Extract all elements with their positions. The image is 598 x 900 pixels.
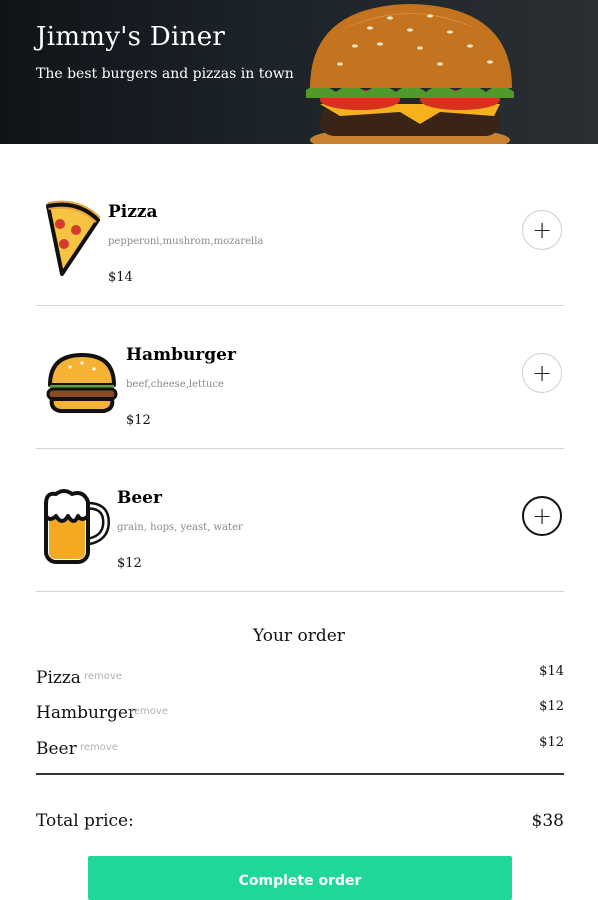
menu-item-ingredients: beef,cheese,lettuce — [126, 379, 224, 390]
remove-hamburger-link[interactable]: remove — [130, 706, 168, 717]
add-beer-button[interactable]: + — [522, 496, 562, 536]
total-price-value: $38 — [531, 811, 564, 831]
menu-item-beer: Beer grain, hops, yeast, water $12 + — [36, 450, 564, 592]
order-item-price: $14 — [539, 664, 564, 679]
order-item-price: $12 — [539, 699, 564, 714]
beer-icon — [44, 489, 111, 564]
add-pizza-button[interactable]: + — [522, 210, 562, 250]
menu-item-price: $12 — [126, 413, 151, 428]
order-item-name: Beer — [36, 739, 77, 759]
menu-item-name: Pizza — [108, 202, 158, 222]
menu-item-ingredients: pepperoni,mushrom,mozarella — [108, 236, 264, 247]
menu-item-name: Beer — [117, 488, 162, 508]
total-divider — [36, 773, 564, 775]
divider — [36, 305, 564, 306]
complete-order-button[interactable]: Complete order — [88, 856, 512, 900]
menu-item-price: $12 — [117, 556, 142, 571]
order-row-pizza: Pizza remove $14 — [36, 664, 564, 690]
pizza-icon — [46, 200, 101, 276]
burger-photo — [306, 4, 514, 144]
remove-beer-link[interactable]: remove — [80, 742, 118, 753]
order-row-hamburger: Hamburger remove $12 — [36, 699, 564, 725]
order-item-name: Hamburger — [36, 703, 137, 723]
hamburger-icon — [46, 353, 118, 413]
divider — [36, 448, 564, 449]
order-row-beer: Beer remove $12 — [36, 735, 564, 761]
order-item-price: $12 — [539, 735, 564, 750]
menu-item-price: $14 — [108, 270, 133, 285]
hero-header: Jimmy's Diner The best burgers and pizza… — [0, 0, 598, 144]
total-price-label: Total price: — [36, 811, 134, 831]
restaurant-title: Jimmy's Diner — [36, 22, 226, 52]
restaurant-subtitle: The best burgers and pizzas in town — [36, 66, 294, 82]
divider — [36, 591, 564, 592]
menu-item-ingredients: grain, hops, yeast, water — [117, 522, 243, 533]
order-item-name: Pizza — [36, 668, 81, 688]
menu-item-pizza: Pizza pepperoni,mushrom,mozarella $14 + — [36, 164, 564, 306]
add-hamburger-button[interactable]: + — [522, 353, 562, 393]
menu-item-hamburger: Hamburger beef,cheese,lettuce $12 + — [36, 307, 564, 449]
order-title: Your order — [253, 626, 345, 646]
menu-item-name: Hamburger — [126, 345, 236, 365]
remove-pizza-link[interactable]: remove — [84, 671, 122, 682]
